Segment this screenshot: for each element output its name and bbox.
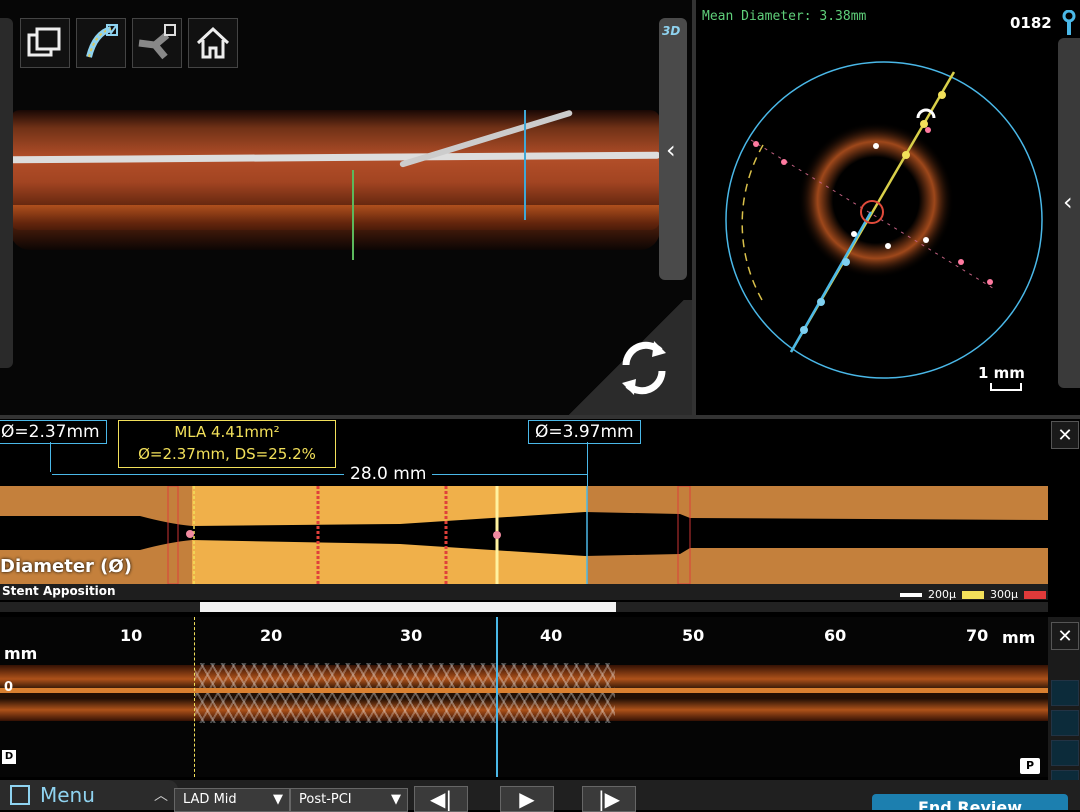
proximal-marker: P — [1020, 758, 1040, 774]
lumen-diameter-curve — [0, 486, 1048, 584]
axis-tick-60: 60 — [824, 626, 847, 645]
menu-button[interactable]: Menu ︿ — [0, 780, 178, 810]
play-icon: ▶ — [519, 787, 535, 811]
segment-value: LAD Mid — [183, 792, 237, 807]
add-bookmark-icon[interactable] — [1051, 680, 1079, 706]
cross-section-view[interactable] — [696, 0, 1080, 415]
views-icon[interactable] — [20, 18, 70, 68]
mla-cursor-top[interactable] — [352, 170, 354, 260]
legend-swatch-red — [1024, 590, 1046, 599]
stent-toggle-icon[interactable] — [76, 18, 126, 68]
axis-unit: mm — [1002, 628, 1036, 647]
frame-number: 0182 — [1010, 14, 1052, 32]
lmode-stent-struts — [195, 663, 615, 723]
chevron-left-icon[interactable]: ‹ — [666, 136, 676, 164]
three-d-icon[interactable]: 3D — [662, 24, 680, 38]
lmode-mla-marker — [194, 617, 196, 777]
menu-label: Menu — [40, 783, 95, 807]
left-reference-diameter[interactable]: Ø=2.37mm — [0, 420, 107, 444]
y-axis-unit: mm — [4, 644, 38, 663]
end-review-button[interactable]: End Review — [872, 794, 1068, 810]
left-side-toolbar[interactable] — [0, 18, 13, 368]
distal-marker: D — [2, 750, 16, 764]
stent-apposition-bar: Stent Apposition — [0, 584, 1048, 600]
legend-swatch-white — [900, 592, 922, 597]
bookmark-icon[interactable] — [1051, 740, 1079, 766]
step-back-button[interactable]: ◀| — [414, 786, 468, 812]
step-forward-icon: |▶ — [597, 787, 621, 811]
menu-grid-icon — [10, 785, 30, 805]
frame-cursor-top[interactable] — [524, 110, 526, 220]
chevron-up-icon: ︿ — [154, 788, 168, 804]
chevron-left-icon[interactable]: ‹ — [1063, 188, 1073, 216]
close-lmode-icon[interactable]: ✕ — [1051, 622, 1079, 650]
y-axis-zero: 0 — [4, 680, 14, 695]
home-icon[interactable] — [188, 18, 238, 68]
profile-mode-label[interactable]: Diameter (Ø) — [0, 556, 132, 577]
mean-diameter-readout: Mean Diameter: 3.38mm — [702, 9, 867, 24]
legend-200: 200µ — [928, 588, 956, 601]
left-reference-marker — [50, 442, 51, 472]
cross-section-image — [725, 61, 1043, 379]
mla-readout-box[interactable]: MLA 4.41mm² Ø=2.37mm, DS=25.2% — [118, 420, 336, 468]
axis-tick-10: 10 — [120, 626, 143, 645]
wrench-icon[interactable] — [1060, 9, 1078, 40]
legend-swatch-yellow — [962, 590, 984, 599]
branch-toggle-icon[interactable] — [132, 18, 182, 68]
stage-dropdown[interactable]: Post-PCI ▼ — [290, 788, 408, 812]
stage-value: Post-PCI — [299, 792, 352, 807]
lmode-catheter-line — [0, 688, 1048, 693]
play-button[interactable]: ▶ — [500, 786, 554, 812]
right-reference-marker — [587, 442, 588, 486]
dropdown-arrow-icon: ▼ — [273, 792, 283, 807]
scale-bar — [990, 383, 1022, 391]
mla-diameter-stenosis: Ø=2.37mm, DS=25.2% — [138, 445, 316, 463]
bookmark-icon[interactable] — [1051, 710, 1079, 736]
rotate-icon[interactable] — [612, 335, 676, 416]
vessel-wall-shadow — [10, 205, 660, 250]
segment-length: 28.0 mm — [344, 464, 433, 484]
close-profile-icon[interactable]: ✕ — [1051, 421, 1079, 449]
dropdown-arrow-icon: ▼ — [391, 792, 401, 807]
longview-side-panel[interactable]: 3D ‹ — [659, 18, 687, 280]
axis-tick-30: 30 — [400, 626, 423, 645]
axis-tick-40: 40 — [540, 626, 563, 645]
step-back-icon: ◀| — [429, 787, 453, 811]
stent-apposition-label: Stent Apposition — [2, 584, 116, 598]
mla-area: MLA 4.41mm² — [174, 423, 280, 441]
pullback-scroll-thumb[interactable] — [200, 602, 616, 612]
legend-300: 300µ — [990, 588, 1018, 601]
length-measure-line — [52, 474, 588, 475]
cross-section-side-panel[interactable]: ‹ — [1058, 38, 1080, 388]
segment-dropdown[interactable]: LAD Mid ▼ — [174, 788, 290, 812]
apposition-legend: 200µ 300µ — [900, 588, 1046, 601]
lmode-side-panel: ✕ — [1048, 617, 1080, 796]
axis-tick-50: 50 — [682, 626, 705, 645]
step-forward-button[interactable]: |▶ — [582, 786, 636, 812]
axis-tick-70: 70 — [966, 626, 989, 645]
right-reference-diameter[interactable]: Ø=3.97mm — [528, 420, 641, 444]
lmode-frame-cursor[interactable] — [496, 617, 498, 777]
axis-tick-20: 20 — [260, 626, 283, 645]
scale-label: 1 mm — [978, 364, 1025, 382]
